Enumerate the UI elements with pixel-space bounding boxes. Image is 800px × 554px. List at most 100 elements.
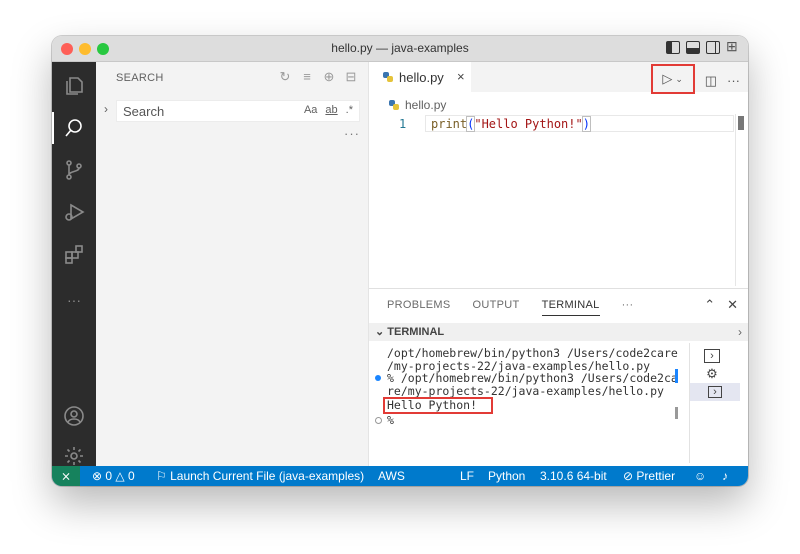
prettier-status[interactable]: ⊘ Prettier [623,469,675,483]
python-file-icon [383,72,393,82]
tab-terminal[interactable]: TERMINAL [541,299,600,316]
source-control-icon[interactable] [52,150,96,190]
refresh-icon[interactable]: ↻ [278,69,292,85]
language-mode-status[interactable]: Python [488,469,525,483]
toggle-search-details-icon[interactable]: ··· [344,126,360,141]
new-search-editor-icon[interactable]: ⊕ [322,69,336,85]
terminal-prompt-line: % [375,412,683,427]
vscode-window: hello.py — java-examples ··· [52,36,748,486]
command-decoration-icon[interactable] [375,375,381,382]
use-regex-button[interactable]: .* [346,104,353,116]
chevron-down-icon[interactable]: ⌄ [675,74,683,85]
eol-status[interactable]: LF [460,469,474,483]
prompt-decoration-icon[interactable] [375,416,382,424]
panel-controls: ⌃ ✕ [704,297,738,313]
tab-output[interactable]: OUTPUT [473,299,520,316]
terminal-line: /opt/homebrew/bin/python3 /Users/code2ca… [387,346,678,360]
minimap-slider[interactable] [738,116,744,130]
toggle-sidebar-icon[interactable] [666,41,680,54]
feedback-icon[interactable]: ☺ [694,469,706,483]
prettier-check-icon: ⊘ [623,469,637,483]
editor-tab-bar: hello.py × ▷ ⌄ ◫ ··· [369,62,748,94]
terminal-header-label: TERMINAL [387,326,445,338]
bottom-panel: PROBLEMS OUTPUT TERMINAL ··· ⌃ ✕ ⌄ TERMI… [369,288,748,466]
prettier-label: Prettier [636,469,676,483]
panel-more-icon[interactable]: ··· [622,299,634,316]
tab-hello-py[interactable]: hello.py × [369,62,471,92]
panel-tabs: PROBLEMS OUTPUT TERMINAL ··· [387,299,633,316]
search-placeholder: Search [123,104,165,119]
python-file-icon [389,100,399,110]
warning-count: 0 [127,469,135,483]
search-sidebar: SEARCH ↻ ≡ ⊕ ⊟ › Search Aa ab .* ··· [96,62,369,466]
code-line[interactable]: 1 print("Hello Python!") [369,115,748,133]
match-case-button[interactable]: Aa [304,104,317,116]
window-title: hello.py — java-examples [331,41,469,55]
tab-problems[interactable]: PROBLEMS [387,299,451,316]
aws-status[interactable]: AWS [378,469,405,483]
layout-controls [666,38,740,55]
terminal-icon[interactable]: › [704,349,720,363]
status-bar: ⨯ ⊗ 0 △ 0 ⚐ Launch Current File (java-ex… [52,466,748,486]
search-options: Aa ab .* [304,104,353,116]
activity-bar: ··· [52,62,96,466]
breadcrumb[interactable]: hello.py [389,98,446,112]
code-function: print [431,117,468,131]
remote-icon[interactable]: ⨯ [52,466,80,486]
code-paren-close: ) [581,116,592,132]
terminal-list-item-selected[interactable]: › [690,383,740,401]
tab-label: hello.py [399,70,444,85]
terminal-icon: › [708,386,722,398]
program-output-highlight: Hello Python! [383,397,494,414]
more-icon[interactable]: ··· [52,280,96,320]
play-icon: ▷ [662,71,673,86]
account-icon[interactable] [52,396,96,436]
toggle-panel-icon[interactable] [686,41,700,54]
launch-config-label: Launch Current File (java-examples) [170,469,365,483]
close-panel-icon[interactable]: ✕ [727,297,738,313]
clear-results-icon[interactable]: ≡ [300,69,314,85]
problems-status[interactable]: ⊗ 0 △ 0 [92,469,135,483]
terminal-line: re/my-projects-22/java-examples/hello.py [387,383,664,398]
search-input[interactable]: Search Aa ab .* [116,100,360,122]
terminal-scroll-marker [675,407,678,419]
debug-launch-icon: ⚐ [156,469,171,483]
terminal-line: Hello Python! [383,397,683,414]
editor-actions: ▷ ⌄ ◫ ··· [650,64,740,94]
chevron-down-icon: ⌄ [375,326,388,338]
terminal-section-header[interactable]: ⌄ TERMINAL › [369,323,748,341]
run-python-file-button[interactable]: ▷ ⌄ [650,64,695,94]
terminal-prompt: % [387,412,394,427]
extensions-icon[interactable] [52,234,96,274]
terminal-scroll-marker [675,369,678,383]
sidebar-title: SEARCH [116,72,164,84]
code-text: print("Hello Python!") [431,116,592,132]
toggle-replace-icon[interactable]: › [104,102,108,116]
match-whole-word-button[interactable]: ab [325,104,337,116]
maximize-panel-icon[interactable]: ⌃ [704,297,715,313]
split-editor-icon[interactable]: ◫ [705,73,717,89]
editor-area: hello.py × ▷ ⌄ ◫ ··· hello.py 1 print("H… [369,62,748,288]
customize-layout-icon[interactable] [726,38,740,55]
terminal-line: % /opt/homebrew/bin/python3 /Users/code2… [375,372,683,385]
sidebar-actions: ↻ ≡ ⊕ ⊟ [278,69,358,85]
search-icon[interactable] [52,108,96,148]
more-actions-icon[interactable]: ··· [727,73,740,88]
explorer-icon[interactable] [52,66,96,106]
terminal-list: › ⚙ › [689,343,740,463]
notifications-bell-icon[interactable]: ♪ [722,469,728,483]
run-debug-icon[interactable] [52,192,96,232]
python-interpreter-status[interactable]: 3.10.6 64-bit [540,469,607,483]
close-tab-icon[interactable]: × [457,69,465,84]
error-count: 0 [105,469,113,483]
editor-scroll-edge [735,114,736,286]
debug-icon[interactable]: ⚙ [704,366,720,381]
title-bar: hello.py — java-examples [52,36,748,62]
toggle-secondary-sidebar-icon[interactable] [706,41,720,54]
chevron-right-icon[interactable]: › [738,325,742,339]
launch-config-status[interactable]: ⚐ Launch Current File (java-examples) [156,469,364,483]
collapse-all-icon[interactable]: ⊟ [344,69,358,85]
search-row: › Search Aa ab .* [104,98,360,124]
terminal-output[interactable]: /opt/homebrew/bin/python3 /Users/code2ca… [375,346,683,427]
breadcrumb-file: hello.py [405,98,447,112]
